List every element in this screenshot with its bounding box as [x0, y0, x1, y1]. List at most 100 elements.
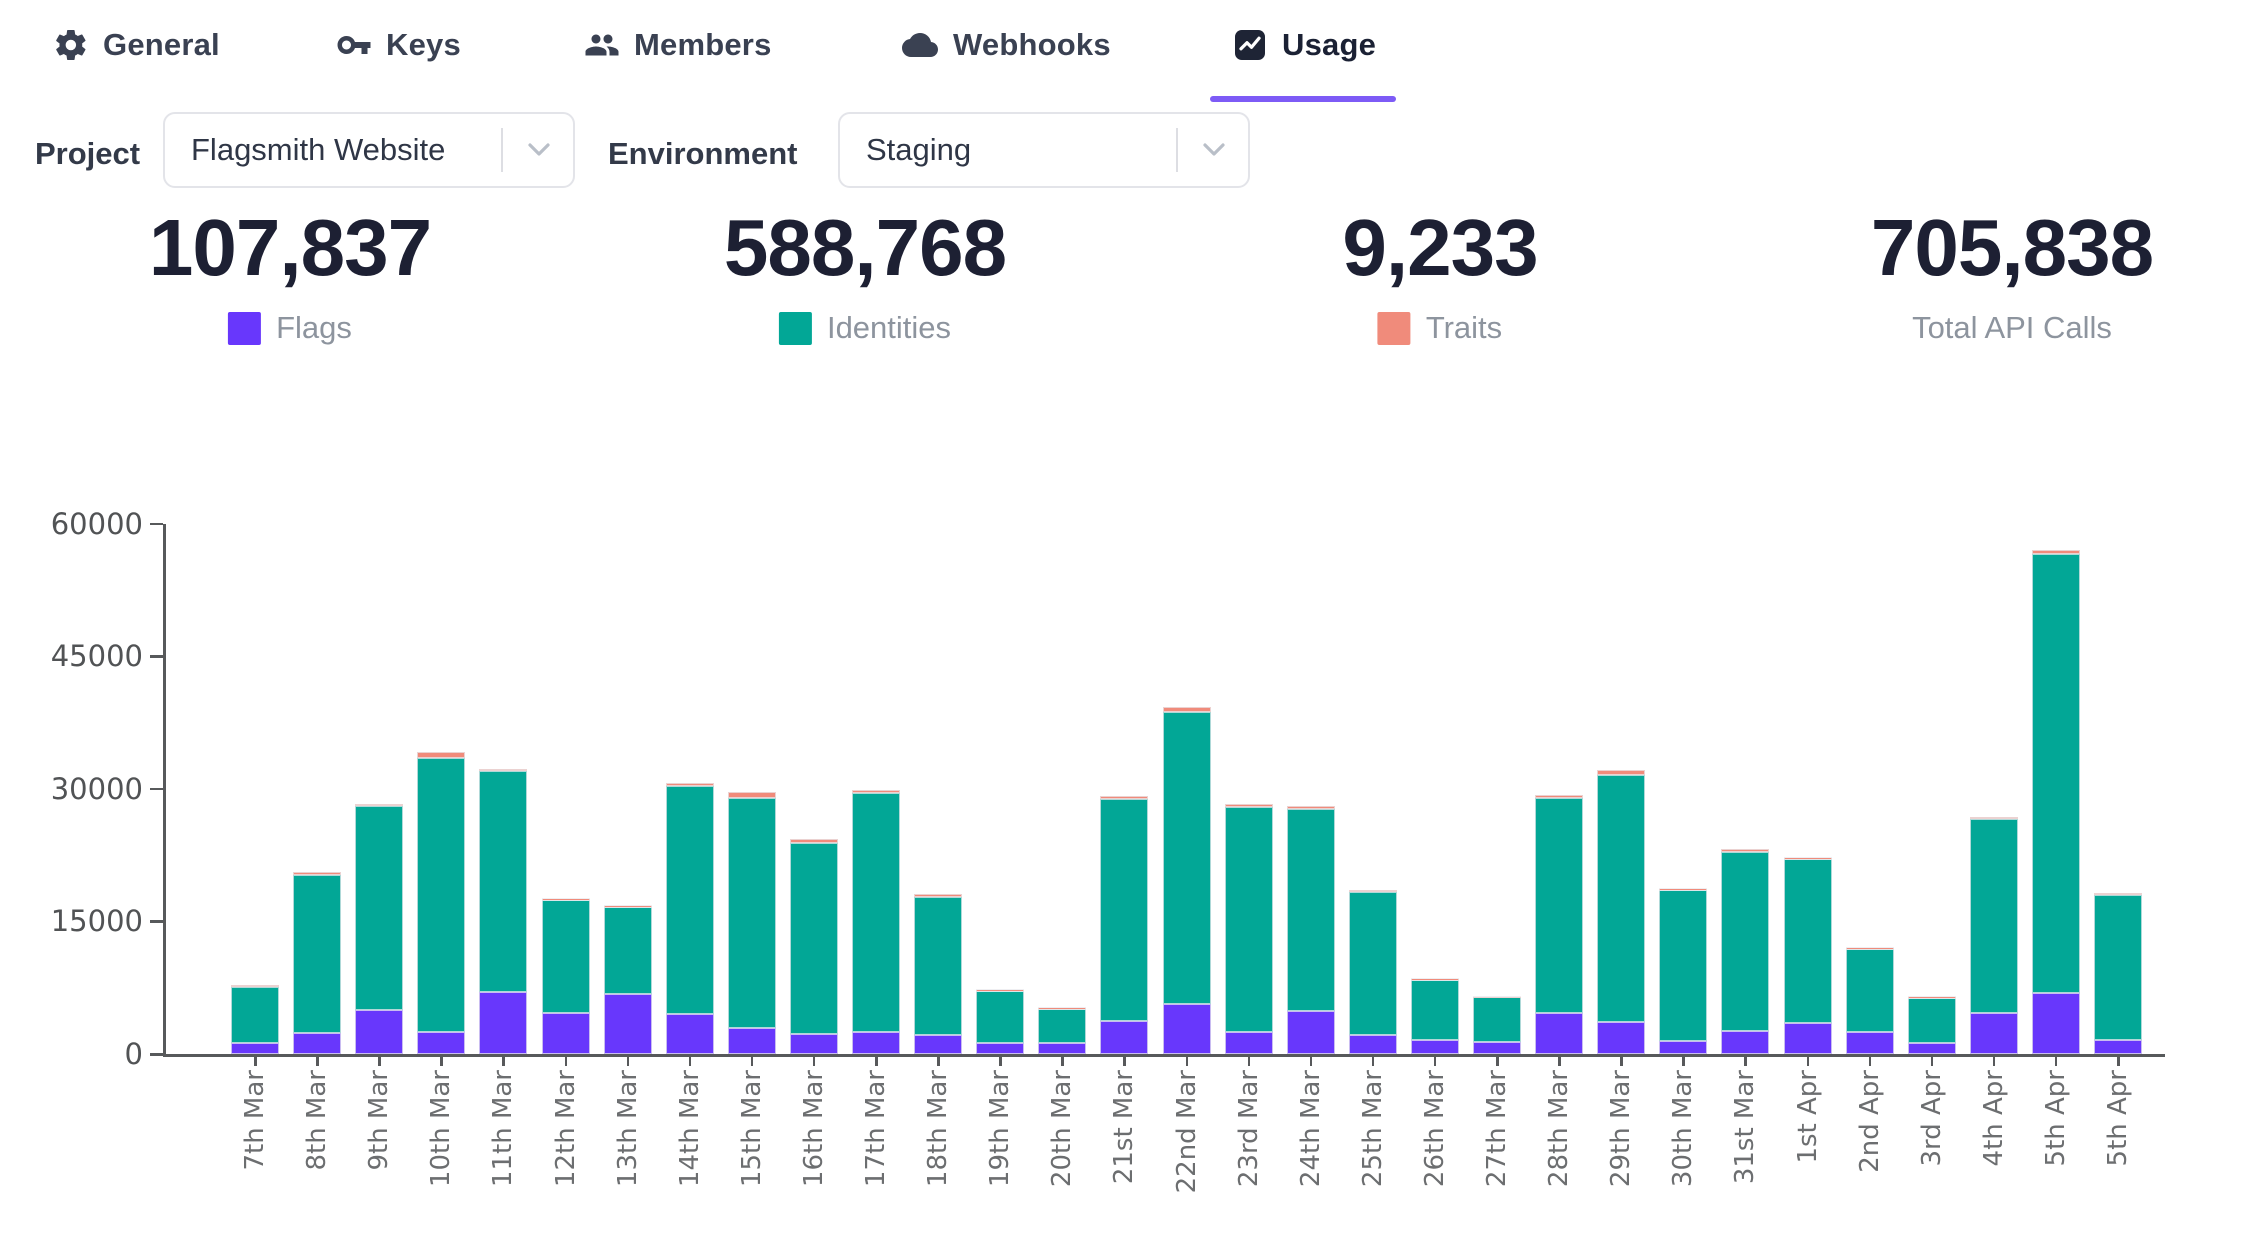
environment-select[interactable]: Staging	[838, 112, 1250, 188]
bar-segment-traits	[1721, 849, 1769, 852]
bar-segment-flags	[728, 1028, 776, 1054]
stat-total-api-calls: 705,838 Total API Calls	[1871, 208, 2153, 346]
bar-29th-mar	[1597, 770, 1645, 1054]
x-tick	[2117, 1056, 2120, 1066]
tab-label: General	[103, 27, 220, 63]
bar-segment-traits	[976, 990, 1024, 991]
cloud-icon	[901, 27, 939, 63]
bar-9th-mar	[355, 804, 403, 1054]
settings-tab-bar: General Keys Members Webhooks Usage	[0, 16, 2248, 96]
x-tick	[316, 1056, 319, 1066]
bar-segment-flags	[1225, 1032, 1273, 1054]
x-tick	[1372, 1056, 1375, 1066]
x-tick	[1496, 1056, 1499, 1066]
bar-segment-flags	[417, 1032, 465, 1054]
bar-segment-identities	[293, 875, 341, 1033]
bar-segment-identities	[355, 806, 403, 1009]
tab-usage[interactable]: Usage	[1232, 16, 1376, 74]
bar-8th-mar	[293, 872, 341, 1054]
chart-icon	[1232, 27, 1268, 63]
bar-segment-traits	[231, 985, 279, 987]
members-icon	[584, 27, 620, 63]
bar-11th-mar	[479, 769, 527, 1054]
bar-segment-flags	[542, 1013, 590, 1054]
project-select[interactable]: Flagsmith Website	[163, 112, 575, 188]
bar-15th-mar	[728, 792, 776, 1054]
bar-segment-traits	[1473, 997, 1521, 998]
bar-segment-identities	[790, 843, 838, 1034]
key-icon	[336, 27, 372, 63]
bar-segment-identities	[1970, 819, 2018, 1014]
x-tick	[1310, 1056, 1313, 1066]
bar-segment-identities	[479, 771, 527, 992]
bar-segment-flags	[1597, 1022, 1645, 1054]
bar-segment-flags	[1535, 1013, 1583, 1054]
bar-18th-mar	[914, 894, 962, 1054]
x-tick	[1807, 1056, 1810, 1066]
bar-28th-mar	[1535, 795, 1583, 1054]
bar-segment-identities	[914, 897, 962, 1036]
stat-identities: 588,768 Identities	[724, 208, 1006, 346]
x-tick	[254, 1056, 257, 1066]
bar-20th-mar	[1038, 1008, 1086, 1054]
identities-legend-swatch	[779, 312, 812, 345]
tab-general[interactable]: General	[53, 16, 220, 74]
bar-segment-flags	[1100, 1021, 1148, 1054]
x-tick	[937, 1056, 940, 1066]
bar-segment-identities	[1659, 890, 1707, 1040]
bar-segment-traits	[1411, 979, 1459, 980]
bar-segment-traits	[1038, 1008, 1086, 1009]
bar-segment-identities	[2032, 554, 2080, 993]
tab-keys[interactable]: Keys	[336, 16, 461, 74]
tab-webhooks[interactable]: Webhooks	[901, 16, 1111, 74]
bar-segment-identities	[1349, 892, 1397, 1034]
x-tick	[440, 1056, 443, 1066]
controls-row: Project Flagsmith Website Environment St…	[0, 112, 2248, 212]
x-tick	[1434, 1056, 1437, 1066]
y-tick	[150, 788, 163, 791]
bar-segment-identities	[1411, 980, 1459, 1040]
chevron-down-icon	[527, 142, 551, 158]
bar-segment-traits	[417, 752, 465, 758]
bar-12th-mar	[542, 899, 590, 1054]
x-tick	[689, 1056, 692, 1066]
x-axis-line	[163, 1054, 2165, 1057]
y-tick	[150, 920, 163, 923]
bar-segment-identities	[2094, 895, 2142, 1040]
select-divider	[501, 128, 503, 172]
bar-segment-flags	[1846, 1032, 1894, 1054]
bar-segment-traits	[1225, 804, 1273, 808]
bar-segment-flags	[790, 1034, 838, 1054]
bar-segment-flags	[852, 1032, 900, 1054]
identities-legend-label: Identities	[827, 310, 951, 346]
usage-page: General Keys Members Webhooks Usage Proj…	[0, 0, 2248, 1252]
bar-segment-identities	[1721, 852, 1769, 1031]
x-tick	[1061, 1056, 1064, 1066]
bar-10th-mar	[417, 752, 465, 1054]
bar-segment-traits	[293, 872, 341, 875]
bar-segment-flags	[2032, 993, 2080, 1054]
bar-segment-identities	[852, 793, 900, 1032]
bar-segment-traits	[728, 792, 776, 797]
y-tick	[150, 523, 163, 526]
bar-segment-identities	[728, 798, 776, 1029]
project-label: Project	[35, 136, 140, 172]
bar-segment-traits	[2032, 550, 2080, 554]
bar-segment-identities	[417, 758, 465, 1032]
bar-segment-traits	[1163, 707, 1211, 711]
x-tick	[1682, 1056, 1685, 1066]
bar-segment-identities	[976, 991, 1024, 1043]
x-tick	[1558, 1056, 1561, 1066]
y-tick-label: 0	[33, 1037, 143, 1071]
bar-1st-apr	[1784, 858, 1832, 1054]
x-tick	[378, 1056, 381, 1066]
tab-members[interactable]: Members	[584, 16, 772, 74]
bar-segment-flags	[2094, 1040, 2142, 1054]
bar-segment-flags	[231, 1043, 279, 1054]
x-tick	[999, 1056, 1002, 1066]
bar-segment-traits	[914, 894, 962, 897]
bar-segment-traits	[1287, 806, 1335, 810]
bar-4th-apr	[1970, 817, 2018, 1054]
traits-legend-label: Traits	[1426, 310, 1502, 346]
bar-segment-flags	[479, 992, 527, 1054]
